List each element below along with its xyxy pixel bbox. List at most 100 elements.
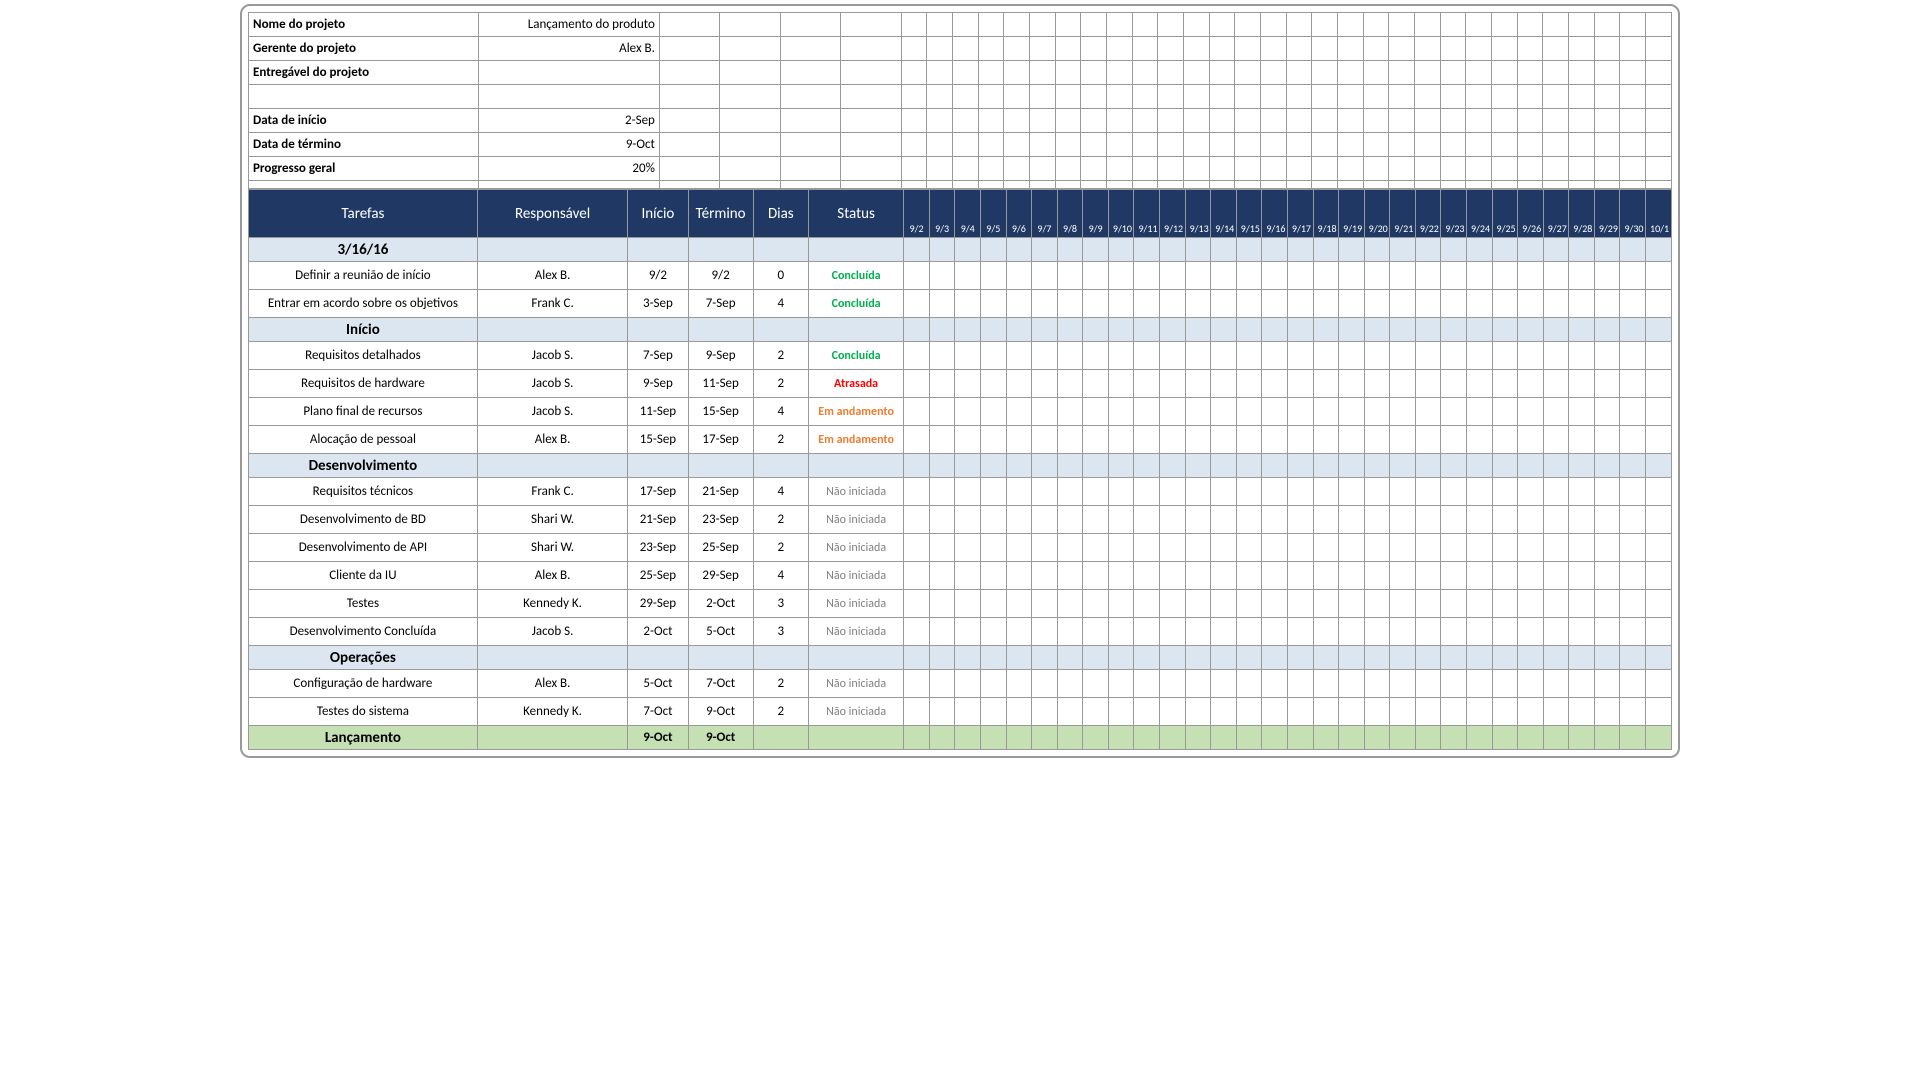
task-owner[interactable]: Alex B. xyxy=(477,426,628,454)
task-end[interactable]: 29-Sep xyxy=(688,562,753,590)
project-end-value[interactable]: 9-Oct xyxy=(478,133,659,157)
task-days[interactable] xyxy=(753,726,808,750)
project-start-value[interactable]: 2-Sep xyxy=(478,109,659,133)
task-name[interactable]: Configuração de hardware xyxy=(249,670,478,698)
task-start[interactable]: 17-Sep xyxy=(628,478,688,506)
task-days[interactable]: 2 xyxy=(753,370,808,398)
task-days[interactable]: 4 xyxy=(753,398,808,426)
task-start[interactable]: 29-Sep xyxy=(628,590,688,618)
task-end[interactable]: 9-Oct xyxy=(688,698,753,726)
task-name[interactable]: Alocação de pessoal xyxy=(249,426,478,454)
task-days[interactable]: 2 xyxy=(753,426,808,454)
task-end[interactable] xyxy=(688,454,753,478)
task-owner[interactable]: Shari W. xyxy=(477,534,628,562)
task-name[interactable]: Entrar em acordo sobre os objetivos xyxy=(249,290,478,318)
task-start[interactable]: 23-Sep xyxy=(628,534,688,562)
task-days[interactable] xyxy=(753,238,808,262)
project-deliverable-value[interactable] xyxy=(478,61,659,85)
task-name[interactable]: Início xyxy=(249,318,478,342)
task-end[interactable]: 15-Sep xyxy=(688,398,753,426)
task-start[interactable]: 3-Sep xyxy=(628,290,688,318)
task-end[interactable] xyxy=(688,318,753,342)
task-owner[interactable]: Shari W. xyxy=(477,506,628,534)
task-days[interactable] xyxy=(753,454,808,478)
task-days[interactable]: 3 xyxy=(753,590,808,618)
task-start[interactable]: 9-Sep xyxy=(628,370,688,398)
task-end[interactable]: 11-Sep xyxy=(688,370,753,398)
task-days[interactable]: 2 xyxy=(753,534,808,562)
task-owner[interactable] xyxy=(477,318,628,342)
task-owner[interactable]: Jacob S. xyxy=(477,398,628,426)
task-name[interactable]: Requisitos de hardware xyxy=(249,370,478,398)
task-owner[interactable] xyxy=(477,726,628,750)
task-start[interactable]: 9/2 xyxy=(628,262,688,290)
task-end[interactable]: 9-Sep xyxy=(688,342,753,370)
task-start[interactable]: 7-Oct xyxy=(628,698,688,726)
task-name[interactable]: Requisitos técnicos xyxy=(249,478,478,506)
task-end[interactable]: 5-Oct xyxy=(688,618,753,646)
task-end[interactable]: 2-Oct xyxy=(688,590,753,618)
task-name[interactable]: Desenvolvimento de API xyxy=(249,534,478,562)
task-owner[interactable]: Kennedy K. xyxy=(477,590,628,618)
task-owner[interactable]: Frank C. xyxy=(477,290,628,318)
task-days[interactable] xyxy=(753,318,808,342)
task-end[interactable]: 7-Sep xyxy=(688,290,753,318)
task-end[interactable]: 17-Sep xyxy=(688,426,753,454)
task-days[interactable]: 2 xyxy=(753,342,808,370)
task-name[interactable]: Testes xyxy=(249,590,478,618)
task-end[interactable]: 9-Oct xyxy=(688,726,753,750)
task-end[interactable]: 9/2 xyxy=(688,262,753,290)
task-start[interactable]: 21-Sep xyxy=(628,506,688,534)
task-owner[interactable]: Alex B. xyxy=(477,562,628,590)
task-name[interactable]: Cliente da IU xyxy=(249,562,478,590)
task-start[interactable]: 15-Sep xyxy=(628,426,688,454)
task-start[interactable] xyxy=(628,646,688,670)
task-end[interactable] xyxy=(688,238,753,262)
task-end[interactable]: 25-Sep xyxy=(688,534,753,562)
task-name[interactable]: Desenvolvimento xyxy=(249,454,478,478)
task-start[interactable]: 5-Oct xyxy=(628,670,688,698)
task-days[interactable] xyxy=(753,646,808,670)
task-start[interactable] xyxy=(628,318,688,342)
task-end[interactable] xyxy=(688,646,753,670)
task-start[interactable] xyxy=(628,454,688,478)
project-progress-value[interactable]: 20% xyxy=(478,157,659,181)
task-owner[interactable]: Frank C. xyxy=(477,478,628,506)
task-owner[interactable]: Alex B. xyxy=(477,670,628,698)
task-days[interactable]: 4 xyxy=(753,478,808,506)
task-days[interactable]: 0 xyxy=(753,262,808,290)
task-days[interactable]: 2 xyxy=(753,506,808,534)
task-days[interactable]: 2 xyxy=(753,698,808,726)
task-days[interactable]: 2 xyxy=(753,670,808,698)
task-owner[interactable] xyxy=(477,454,628,478)
task-owner[interactable]: Jacob S. xyxy=(477,342,628,370)
task-owner[interactable]: Alex B. xyxy=(477,262,628,290)
task-name[interactable]: Lançamento xyxy=(249,726,478,750)
task-days[interactable]: 4 xyxy=(753,290,808,318)
task-name[interactable]: Desenvolvimento de BD xyxy=(249,506,478,534)
task-owner[interactable] xyxy=(477,238,628,262)
task-name[interactable]: 3/16/16 xyxy=(249,238,478,262)
project-name-value[interactable]: Lançamento do produto xyxy=(478,13,659,37)
task-days[interactable]: 3 xyxy=(753,618,808,646)
task-end[interactable]: 21-Sep xyxy=(688,478,753,506)
task-owner[interactable] xyxy=(477,646,628,670)
task-name[interactable]: Definir a reunião de início xyxy=(249,262,478,290)
task-start[interactable]: 25-Sep xyxy=(628,562,688,590)
task-end[interactable]: 7-Oct xyxy=(688,670,753,698)
task-start[interactable]: 2-Oct xyxy=(628,618,688,646)
task-name[interactable]: Testes do sistema xyxy=(249,698,478,726)
task-owner[interactable]: Jacob S. xyxy=(477,370,628,398)
task-end[interactable]: 23-Sep xyxy=(688,506,753,534)
task-name[interactable]: Requisitos detalhados xyxy=(249,342,478,370)
task-start[interactable]: 9-Oct xyxy=(628,726,688,750)
task-name[interactable]: Plano final de recursos xyxy=(249,398,478,426)
task-name[interactable]: Operações xyxy=(249,646,478,670)
task-start[interactable]: 11-Sep xyxy=(628,398,688,426)
task-start[interactable] xyxy=(628,238,688,262)
task-days[interactable]: 4 xyxy=(753,562,808,590)
task-owner[interactable]: Jacob S. xyxy=(477,618,628,646)
project-manager-value[interactable]: Alex B. xyxy=(478,37,659,61)
task-owner[interactable]: Kennedy K. xyxy=(477,698,628,726)
task-name[interactable]: Desenvolvimento Concluída xyxy=(249,618,478,646)
